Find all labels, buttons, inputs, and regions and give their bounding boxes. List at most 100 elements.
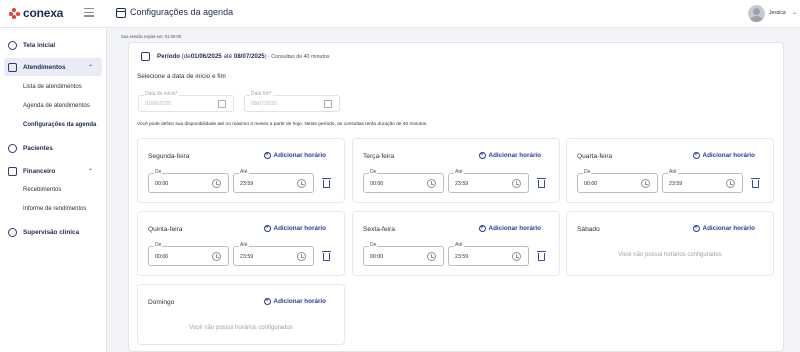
trash-icon[interactable] xyxy=(537,178,546,188)
sidebar-subitem-agenda[interactable]: Agenda de atendimentos xyxy=(23,103,90,109)
add-time-label: Adicionar horário xyxy=(702,152,755,159)
to-time-input[interactable]: Até 23:59 xyxy=(233,242,314,266)
end-date-value: 08/07/2025 xyxy=(251,101,277,107)
avatar[interactable] xyxy=(748,5,765,22)
day-card-quinta: Quinta-feira + Adicionar horário De 00:00 … xyxy=(137,211,345,276)
from-value: 00:00 xyxy=(155,254,169,260)
clock-icon[interactable] xyxy=(512,252,521,261)
plus-circle-icon: + xyxy=(692,225,700,232)
clock-icon[interactable] xyxy=(297,179,306,188)
calendar-icon[interactable] xyxy=(324,100,332,108)
sidebar: Tela inicial Atendimentos ⌃ Lista de ate… xyxy=(0,28,107,352)
page-title: Configurações da agenda xyxy=(130,7,234,17)
sidebar-item-label: Financeiro xyxy=(23,167,56,175)
start-date-label: Data de início* xyxy=(144,91,179,97)
from-time-input[interactable]: De 00:00 xyxy=(148,242,229,266)
period-ate: até xyxy=(223,53,233,60)
to-value: 23:59 xyxy=(455,181,469,187)
from-time-input[interactable]: De 00:00 xyxy=(577,169,658,193)
to-label: Até xyxy=(239,169,249,175)
to-time-input[interactable]: Até 23:59 xyxy=(448,242,529,266)
clock-icon[interactable] xyxy=(512,179,521,188)
to-time-input[interactable]: Até 23:59 xyxy=(662,169,743,193)
day-card-terca: Terça-feira + Adicionar horário De 00:00 A… xyxy=(352,138,560,203)
add-time-button[interactable]: + Adicionar horário xyxy=(263,225,326,232)
day-card-domingo: Domingo + Adicionar horário Você não poss… xyxy=(137,284,345,345)
sidebar-item-pacientes[interactable]: Pacientes xyxy=(0,139,107,157)
add-time-button[interactable]: + Adicionar horário xyxy=(478,152,541,159)
sidebar-item-home[interactable]: Tela inicial xyxy=(0,36,107,54)
logo-text: conexa xyxy=(23,6,64,20)
calendar-icon xyxy=(141,52,150,61)
add-time-button[interactable]: + Adicionar horário xyxy=(263,298,326,305)
from-time-input[interactable]: De 00:00 xyxy=(363,169,444,193)
day-name: Sábado xyxy=(577,226,600,233)
day-name: Quinta-feira xyxy=(148,226,183,233)
sidebar-subitem-recebimentos[interactable]: Recebimentos xyxy=(23,187,61,193)
clock-icon[interactable] xyxy=(726,179,735,188)
clock-icon[interactable] xyxy=(212,179,221,188)
home-icon xyxy=(8,40,17,50)
from-label: De xyxy=(154,169,163,175)
plus-circle-icon: + xyxy=(478,225,486,232)
calendar-icon xyxy=(116,8,126,18)
to-time-input[interactable]: Até 23:59 xyxy=(233,169,314,193)
people-icon xyxy=(8,227,17,237)
clock-icon[interactable] xyxy=(641,179,650,188)
end-date-field[interactable]: Data fim* 08/07/2025 xyxy=(244,91,340,112)
hamburger-menu-icon[interactable] xyxy=(84,8,94,17)
sidebar-subitem-informe[interactable]: Informe de rendimentos xyxy=(23,206,86,212)
sidebar-subitem-configuracoes[interactable]: Configurações da agenda xyxy=(23,122,96,128)
availability-info: Você pode definir sua disponibilidade at… xyxy=(137,122,428,127)
empty-schedule-message: Você não possui horários configurados xyxy=(189,325,293,331)
from-label: De xyxy=(369,242,378,248)
period-start: 01/06/2025 xyxy=(190,53,222,60)
sidebar-item-atendimentos[interactable]: Atendimentos ⌃ xyxy=(4,58,102,76)
sidebar-item-supervisao[interactable]: Supervisão clínica xyxy=(0,223,107,241)
wallet-icon xyxy=(8,166,17,176)
to-value: 23:59 xyxy=(455,254,469,260)
end-date-label: Data fim* xyxy=(250,91,273,97)
sidebar-item-label: Supervisão clínica xyxy=(23,228,80,236)
add-time-button[interactable]: + Adicionar horário xyxy=(692,225,755,232)
period-suffix: ) - Consultas de 40 minutos xyxy=(264,54,330,60)
day-card-sabado: Sábado + Adicionar horário Você não possu… xyxy=(566,211,774,276)
calendar-icon[interactable] xyxy=(218,100,226,108)
clock-icon[interactable] xyxy=(427,179,436,188)
to-value: 23:59 xyxy=(240,254,254,260)
top-bar: conexa Configurações da agenda Jessica ⌄ xyxy=(0,0,800,28)
period-end: 08/07/2025 xyxy=(233,53,265,60)
day-name: Quarta-feira xyxy=(577,153,613,160)
add-time-button[interactable]: + Adicionar horário xyxy=(478,225,541,232)
clock-icon[interactable] xyxy=(427,252,436,261)
plus-circle-icon: + xyxy=(263,152,271,159)
sidebar-item-label: Pacientes xyxy=(23,144,53,152)
clock-icon[interactable] xyxy=(297,252,306,261)
sidebar-item-label: Tela inicial xyxy=(23,41,56,49)
chevron-down-icon[interactable]: ⌄ xyxy=(792,9,797,16)
add-time-label: Adicionar horário xyxy=(273,298,326,305)
user-name[interactable]: Jessica xyxy=(769,10,786,16)
trash-icon[interactable] xyxy=(537,251,546,261)
sidebar-subitem-lista[interactable]: Lista de atendimentos xyxy=(23,84,82,90)
plus-circle-icon: + xyxy=(263,298,271,305)
to-time-input[interactable]: Até 23:59 xyxy=(448,169,529,193)
conexa-logo[interactable]: conexa xyxy=(9,6,63,20)
add-time-button[interactable]: + Adicionar horário xyxy=(692,152,755,159)
day-name: Domingo xyxy=(148,299,175,306)
to-label: Até xyxy=(454,242,464,248)
from-value: 00:00 xyxy=(370,254,384,260)
trash-icon[interactable] xyxy=(751,178,760,188)
start-date-field[interactable]: Data de início* 01/06/2025 xyxy=(138,91,234,112)
sidebar-item-financeiro[interactable]: Financeiro ⌃ xyxy=(0,162,107,180)
from-time-input[interactable]: De 00:00 xyxy=(148,169,229,193)
add-time-label: Adicionar horário xyxy=(488,152,541,159)
period-de: (de xyxy=(181,53,191,60)
user-icon xyxy=(8,143,17,153)
trash-icon[interactable] xyxy=(322,178,331,188)
chevron-up-icon: ⌃ xyxy=(88,168,94,175)
trash-icon[interactable] xyxy=(322,251,331,261)
add-time-button[interactable]: + Adicionar horário xyxy=(263,152,326,159)
clock-icon[interactable] xyxy=(212,252,221,261)
from-time-input[interactable]: De 00:00 xyxy=(363,242,444,266)
